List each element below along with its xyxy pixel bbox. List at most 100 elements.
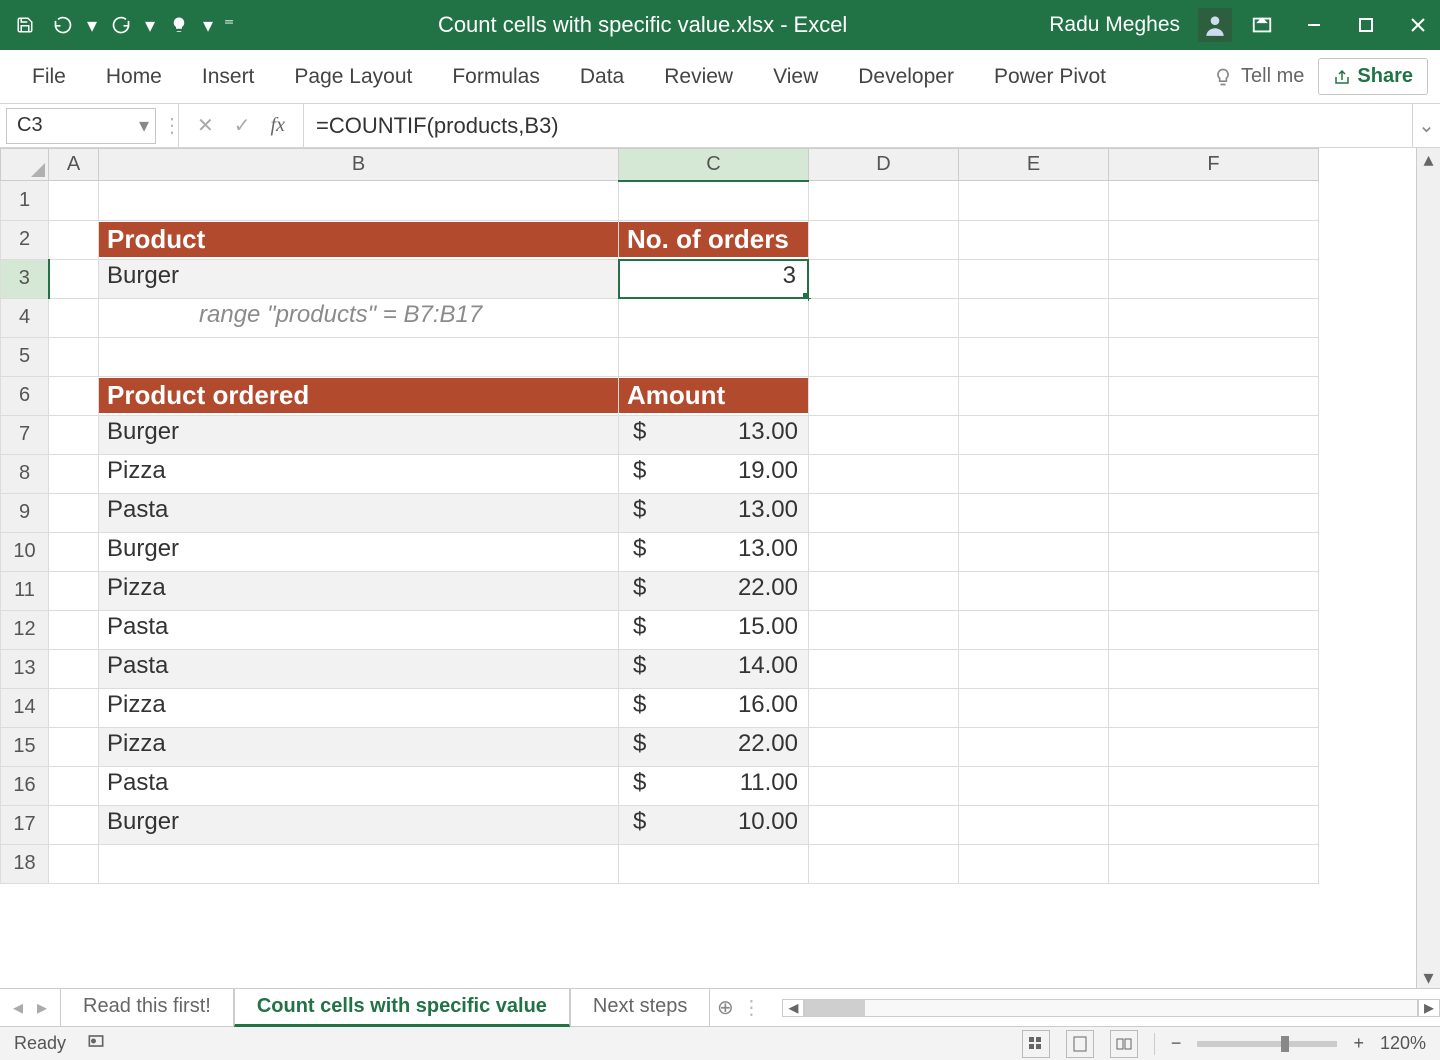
- sheet-nav-prev-icon[interactable]: ◂: [13, 995, 23, 1020]
- cell[interactable]: [959, 688, 1109, 727]
- ribbon-tab-formulas[interactable]: Formulas: [432, 53, 560, 101]
- ribbon-tab-home[interactable]: Home: [86, 53, 182, 101]
- cell[interactable]: [1109, 376, 1319, 415]
- cell[interactable]: [49, 610, 99, 649]
- cell[interactable]: $16.00: [619, 688, 809, 727]
- cell[interactable]: [959, 766, 1109, 805]
- column-header[interactable]: C: [619, 149, 809, 181]
- cell[interactable]: [1109, 454, 1319, 493]
- cell[interactable]: Pasta: [99, 610, 619, 649]
- cell[interactable]: Pizza: [99, 571, 619, 610]
- cell[interactable]: [809, 727, 959, 766]
- row-header[interactable]: 10: [1, 532, 49, 571]
- cell[interactable]: [99, 181, 619, 221]
- cell[interactable]: $19.00: [619, 454, 809, 493]
- macro-record-icon[interactable]: [86, 1031, 106, 1056]
- cell[interactable]: [49, 220, 99, 259]
- cell[interactable]: [49, 454, 99, 493]
- cell[interactable]: [49, 181, 99, 221]
- cell[interactable]: [1109, 337, 1319, 376]
- cell[interactable]: [1109, 649, 1319, 688]
- row-header[interactable]: 9: [1, 493, 49, 532]
- cell[interactable]: [49, 259, 99, 298]
- cell[interactable]: [959, 805, 1109, 844]
- hscroll-left-icon[interactable]: ◂: [782, 999, 804, 1017]
- row-header[interactable]: 1: [1, 181, 49, 221]
- cell[interactable]: [959, 220, 1109, 259]
- cell[interactable]: Burger: [99, 532, 619, 571]
- cell[interactable]: [959, 376, 1109, 415]
- minimize-button[interactable]: [1302, 13, 1326, 37]
- cell[interactable]: [809, 688, 959, 727]
- qat-customize-icon[interactable]: ⁼: [222, 10, 236, 40]
- cell[interactable]: Amount: [619, 376, 809, 415]
- cell[interactable]: [49, 649, 99, 688]
- cell[interactable]: [49, 571, 99, 610]
- cell[interactable]: Pizza: [99, 727, 619, 766]
- lightbulb-icon[interactable]: [164, 10, 194, 40]
- cell[interactable]: [619, 844, 809, 883]
- cell[interactable]: $13.00: [619, 532, 809, 571]
- cell[interactable]: [1109, 532, 1319, 571]
- cell[interactable]: Pasta: [99, 766, 619, 805]
- ribbon-tab-insert[interactable]: Insert: [182, 53, 275, 101]
- row-header[interactable]: 13: [1, 649, 49, 688]
- insert-function-icon[interactable]: fx: [271, 114, 285, 137]
- column-header[interactable]: D: [809, 149, 959, 181]
- cell[interactable]: No. of orders: [619, 220, 809, 259]
- maximize-button[interactable]: [1354, 13, 1378, 37]
- name-box[interactable]: C3 ▾: [6, 108, 156, 144]
- cell[interactable]: [619, 337, 809, 376]
- cell[interactable]: Product ordered: [99, 376, 619, 415]
- cell[interactable]: [1109, 844, 1319, 883]
- formula-bar-expand-icon[interactable]: ⌄: [1412, 104, 1440, 147]
- cell[interactable]: [1109, 220, 1319, 259]
- hscroll-thumb[interactable]: [805, 1000, 865, 1016]
- redo-icon[interactable]: [106, 10, 136, 40]
- hscroll-track[interactable]: [804, 999, 1418, 1017]
- redo-dropdown-icon[interactable]: ▾: [144, 10, 156, 40]
- cell[interactable]: Pizza: [99, 454, 619, 493]
- ribbon-tab-developer[interactable]: Developer: [838, 53, 974, 101]
- cell[interactable]: [809, 259, 959, 298]
- sheet-tab[interactable]: Read this first!: [60, 989, 234, 1027]
- view-pagebreak-icon[interactable]: [1110, 1030, 1138, 1058]
- cell[interactable]: Burger: [99, 259, 619, 298]
- cell[interactable]: [809, 220, 959, 259]
- cell[interactable]: [49, 493, 99, 532]
- cell[interactable]: [1109, 181, 1319, 221]
- scroll-track[interactable]: [1417, 170, 1440, 966]
- cell[interactable]: [49, 805, 99, 844]
- cell[interactable]: [959, 844, 1109, 883]
- column-header[interactable]: B: [99, 149, 619, 181]
- cell[interactable]: [809, 844, 959, 883]
- cell[interactable]: [49, 844, 99, 883]
- cell[interactable]: [809, 298, 959, 337]
- cell[interactable]: [809, 454, 959, 493]
- column-header[interactable]: A: [49, 149, 99, 181]
- cell[interactable]: [959, 454, 1109, 493]
- cell[interactable]: [49, 766, 99, 805]
- cell[interactable]: $22.00: [619, 727, 809, 766]
- row-header[interactable]: 15: [1, 727, 49, 766]
- cell[interactable]: [619, 181, 809, 221]
- row-header[interactable]: 17: [1, 805, 49, 844]
- cell[interactable]: [959, 571, 1109, 610]
- cell[interactable]: [49, 298, 99, 337]
- cell[interactable]: Pizza: [99, 688, 619, 727]
- row-header[interactable]: 7: [1, 415, 49, 454]
- ribbon-tab-powerpivot[interactable]: Power Pivot: [974, 53, 1126, 101]
- cell[interactable]: [959, 259, 1109, 298]
- sheet-tab-splitter[interactable]: ⋮: [740, 995, 762, 1020]
- vertical-scrollbar[interactable]: ▴ ▾: [1416, 148, 1440, 988]
- cell[interactable]: [49, 688, 99, 727]
- cell[interactable]: [99, 844, 619, 883]
- sheet-tab[interactable]: Next steps: [570, 989, 710, 1027]
- cell[interactable]: [809, 571, 959, 610]
- cell[interactable]: Burger: [99, 415, 619, 454]
- undo-dropdown-icon[interactable]: ▾: [86, 10, 98, 40]
- cell[interactable]: [809, 610, 959, 649]
- row-header[interactable]: 4: [1, 298, 49, 337]
- cell[interactable]: [959, 493, 1109, 532]
- column-header[interactable]: F: [1109, 149, 1319, 181]
